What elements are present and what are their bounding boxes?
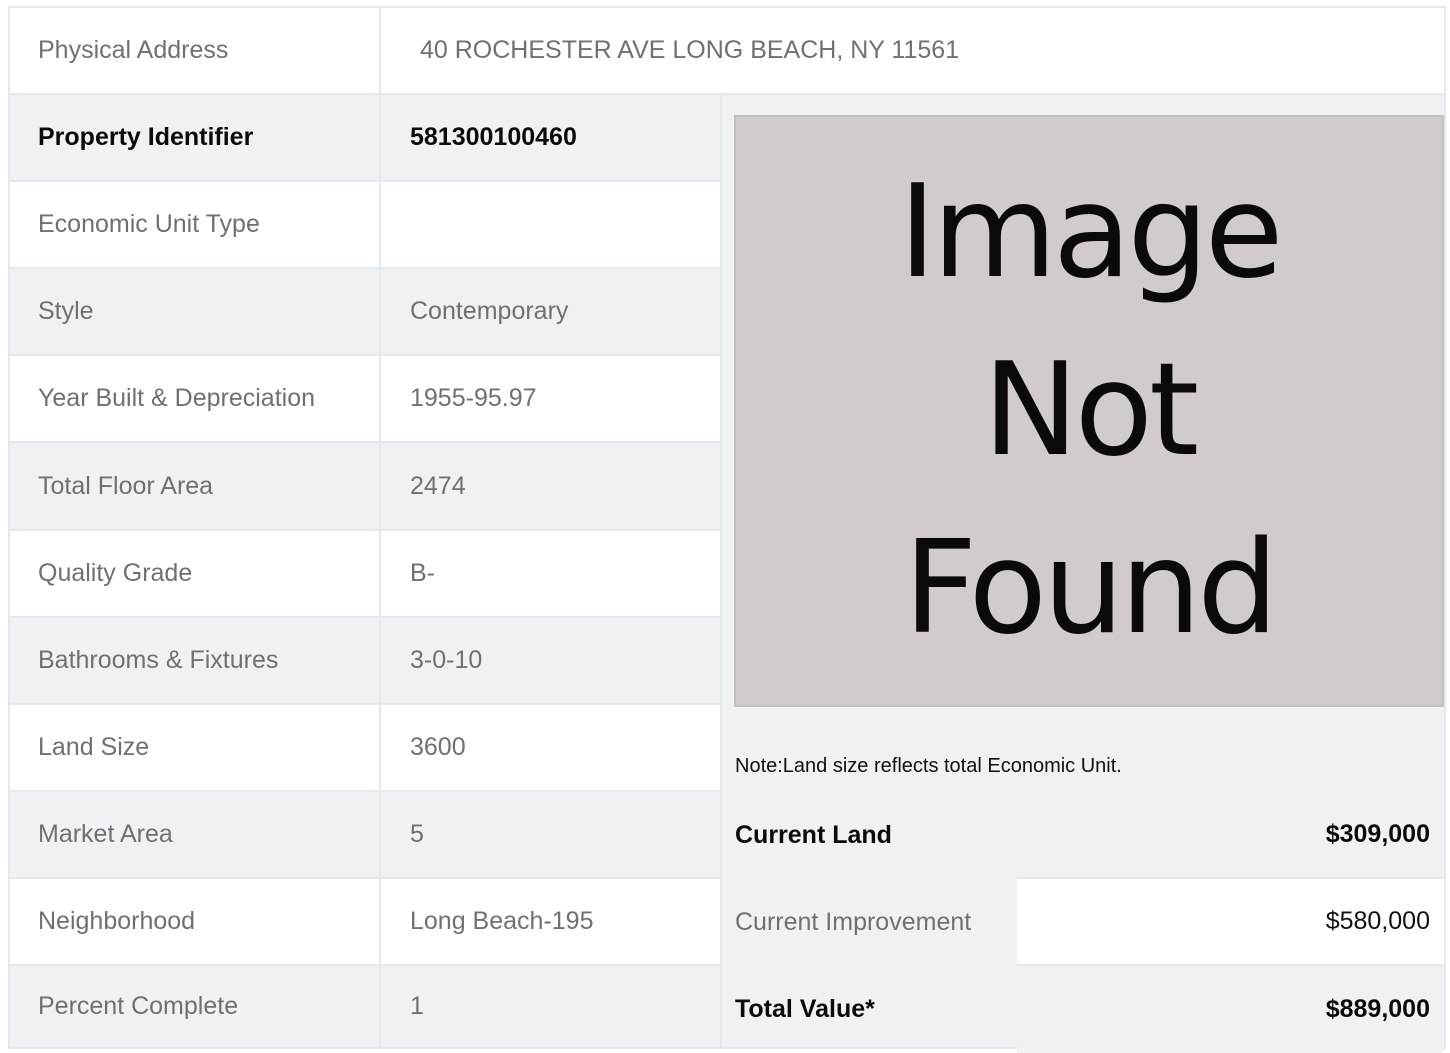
photo-text-line-1: Image [898,158,1284,307]
detail-row-total-floor-area: Total Floor Area 2474 [10,443,724,531]
land-size-value: 3600 [381,705,722,790]
photo-text-line-3: Found [903,514,1279,663]
physical-address-row: Physical Address 40 ROCHESTER AVE LONG B… [10,8,1444,95]
current-land-label: Current Land [735,821,892,849]
market-area-label: Market Area [10,792,381,877]
land-size-note: Note:Land size reflects total Economic U… [735,755,1122,777]
detail-row-property-identifier: Property Identifier 581300100460 [10,95,724,182]
neighborhood-label: Neighborhood [10,879,381,964]
current-land-value: $309,000 [1017,792,1444,879]
economic-unit-type-label: Economic Unit Type [10,182,381,267]
detail-row-market-area: Market Area 5 [10,792,724,879]
valuation-row-current-land: Current Land $309,000 [722,792,1444,879]
bathrooms-value: 3-0-10 [381,618,722,703]
total-floor-area-value: 2474 [381,443,722,529]
total-value-value: $889,000 [1017,966,1444,1053]
detail-row-land-size: Land Size 3600 [10,705,724,792]
neighborhood-value: Long Beach-195 [381,879,722,964]
detail-row-percent-complete: Percent Complete 1 [10,966,724,1047]
physical-address-label: Physical Address [10,8,381,93]
detail-row-style: Style Contemporary [10,269,724,356]
detail-row-neighborhood: Neighborhood Long Beach-195 [10,879,724,966]
land-size-label: Land Size [10,705,381,790]
valuation-row-current-improvement: Current Improvement $580,000 [722,879,1444,966]
detail-row-quality-grade: Quality Grade B- [10,531,724,618]
style-value: Contemporary [381,269,722,354]
property-summary-panel: Image Not Found Note:Land size reflects … [722,95,1444,1053]
year-built-label: Year Built & Depreciation [10,356,381,441]
quality-grade-value: B- [381,531,722,616]
detail-row-economic-unit-type: Economic Unit Type [10,182,724,269]
economic-unit-type-value [381,182,722,267]
physical-address-value: 40 ROCHESTER AVE LONG BEACH, NY 11561 [420,36,960,64]
quality-grade-label: Quality Grade [10,531,381,616]
percent-complete-label: Percent Complete [10,966,381,1047]
current-improvement-label: Current Improvement [735,908,972,936]
detail-row-year-built: Year Built & Depreciation 1955-95.97 [10,356,724,443]
year-built-value: 1955-95.97 [381,356,722,441]
property-identifier-label: Property Identifier [10,95,381,180]
valuation-row-total-value: Total Value* $889,000 [722,966,1444,1053]
style-label: Style [10,269,381,354]
total-floor-area-label: Total Floor Area [10,443,381,529]
current-improvement-value: $580,000 [1017,879,1444,966]
detail-row-bathrooms: Bathrooms & Fixtures 3-0-10 [10,618,724,705]
total-value-label: Total Value* [735,995,875,1023]
property-photo-placeholder: Image Not Found [734,115,1444,707]
percent-complete-value: 1 [381,966,722,1047]
property-record-table: Physical Address 40 ROCHESTER AVE LONG B… [8,6,1446,1053]
bathrooms-label: Bathrooms & Fixtures [10,618,381,703]
property-identifier-value: 581300100460 [381,95,722,180]
photo-text-line-2: Not [982,336,1199,485]
market-area-value: 5 [381,792,722,877]
